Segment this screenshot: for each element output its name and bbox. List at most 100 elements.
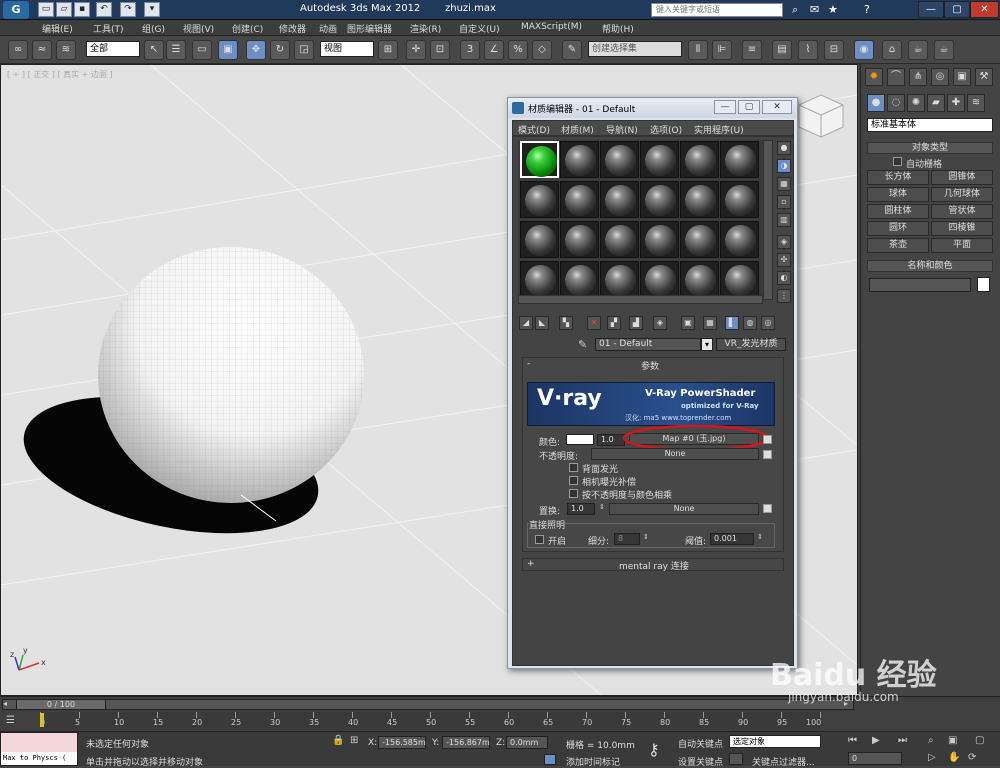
close-button[interactable]: ✕ xyxy=(970,1,999,18)
cylinder-button[interactable]: 圆柱体 xyxy=(867,204,929,219)
menu-rendering[interactable]: 渲染(R) xyxy=(410,22,441,35)
x-coord-field[interactable]: -156.585m xyxy=(378,736,426,749)
bind-space-warp-icon[interactable]: ≋ xyxy=(56,40,76,60)
tube-button[interactable]: 管状体 xyxy=(931,204,993,219)
object-name-field[interactable] xyxy=(869,278,971,292)
mirror-icon[interactable]: ⫴ xyxy=(688,40,708,60)
add-time-tag[interactable]: 添加时间标记 xyxy=(566,755,620,768)
angle-snap-icon[interactable]: ∠ xyxy=(484,40,504,60)
lights-icon[interactable]: ✺ xyxy=(907,94,925,112)
sample-slot[interactable] xyxy=(680,181,719,218)
material-name-field[interactable]: 01 - Default xyxy=(595,338,701,351)
direct-on-checkbox[interactable] xyxy=(535,535,544,544)
project-folder-icon[interactable]: ▾ xyxy=(144,2,160,17)
med-maximize-button[interactable]: ▢ xyxy=(738,100,760,114)
sample-slot[interactable] xyxy=(640,141,679,178)
torus-button[interactable]: 圆环 xyxy=(867,221,929,236)
orbit-icon[interactable]: ⟳ xyxy=(968,752,976,763)
search-icon[interactable]: ⌕ xyxy=(792,3,798,17)
displace-spinner-icon[interactable]: ⇕ xyxy=(599,503,605,511)
time-slider[interactable] xyxy=(2,699,854,710)
zoom-icon[interactable]: ⌕ xyxy=(928,735,934,746)
display-tab-icon[interactable]: ▣ xyxy=(953,68,971,86)
sample-slot[interactable] xyxy=(720,261,759,298)
schematic-view-icon[interactable]: ⊟ xyxy=(824,40,844,60)
sample-slot[interactable] xyxy=(600,141,639,178)
key-icon[interactable]: ⚷ xyxy=(648,740,660,759)
autogrid-checkbox[interactable] xyxy=(893,157,902,166)
graphite-tools-icon[interactable]: ▤ xyxy=(772,40,792,60)
edit-named-sel-icon[interactable]: ✎ xyxy=(562,40,582,60)
subdivs-field[interactable]: 8 xyxy=(614,533,640,545)
material-id-icon[interactable]: ▣ xyxy=(681,316,695,330)
select-move-icon[interactable]: ✥ xyxy=(246,40,266,60)
zoom-extents-icon[interactable]: ▣ xyxy=(948,735,957,746)
med-close-button[interactable]: ✕ xyxy=(762,100,792,114)
render-production-icon[interactable]: ☕ xyxy=(934,40,954,60)
menu-tools[interactable]: 工具(T) xyxy=(93,22,124,35)
selected-object-dropdown[interactable]: 选定对象 xyxy=(729,735,821,748)
color-map-checkbox[interactable] xyxy=(763,435,772,444)
viewcube-icon[interactable] xyxy=(798,94,844,138)
app-logo-icon[interactable]: G xyxy=(3,1,29,19)
show-end-result-icon[interactable]: ▌ xyxy=(725,316,739,330)
sample-slot[interactable] xyxy=(560,261,599,298)
sample-slot[interactable] xyxy=(520,181,559,218)
med-menu-navigation[interactable]: 导航(N) xyxy=(606,123,638,136)
geosphere-button[interactable]: 几何球体 xyxy=(931,187,993,202)
get-material-icon[interactable]: ◢ xyxy=(519,316,533,330)
sample-slot[interactable] xyxy=(520,221,559,258)
named-selection-dropdown[interactable]: 创建选择集 xyxy=(588,41,682,57)
med-menu-utilities[interactable]: 实用程序(U) xyxy=(694,123,744,136)
menu-modifiers[interactable]: 修改器 xyxy=(279,22,306,35)
spinner-snap-icon[interactable]: ◇ xyxy=(532,40,552,60)
select-rotate-icon[interactable]: ↻ xyxy=(270,40,290,60)
make-preview-icon[interactable]: ◈ xyxy=(777,235,791,249)
sample-slot[interactable] xyxy=(680,261,719,298)
sample-slot[interactable] xyxy=(720,141,759,178)
make-unique-icon[interactable]: ▟ xyxy=(629,316,643,330)
options-icon[interactable]: ✣ xyxy=(777,253,791,267)
pivot-center-icon[interactable]: ⊞ xyxy=(378,40,398,60)
displace-field[interactable]: 1.0 xyxy=(567,503,595,515)
mental-ray-label[interactable]: mental ray 连接 xyxy=(619,559,689,572)
align-icon[interactable]: ⊫ xyxy=(712,40,732,60)
subdivs-spinner-icon[interactable]: ⇕ xyxy=(643,533,649,541)
assign-to-selection-icon[interactable]: ▚ xyxy=(559,316,573,330)
time-tag-icon[interactable] xyxy=(544,754,556,765)
sample-slot[interactable] xyxy=(640,261,679,298)
plane-button[interactable]: 平面 xyxy=(931,238,993,253)
selection-filter-dropdown[interactable]: 全部 xyxy=(86,41,140,57)
utilities-tab-icon[interactable]: ⚒ xyxy=(975,68,993,86)
snaps-toggle-icon[interactable]: 3 xyxy=(460,40,480,60)
uv-tiling-icon[interactable]: ▫ xyxy=(777,195,791,209)
put-to-scene-icon[interactable]: ◣ xyxy=(535,316,549,330)
displace-map-button[interactable]: None xyxy=(609,503,759,515)
window-crossing-icon[interactable]: ▣ xyxy=(218,40,238,60)
menu-group[interactable]: 组(G) xyxy=(142,22,165,35)
maximize-button[interactable]: ▢ xyxy=(944,1,970,18)
curve-editor-icon[interactable]: ⌇ xyxy=(798,40,818,60)
reset-map-icon[interactable]: ✕ xyxy=(587,316,601,330)
exposure-checkbox[interactable] xyxy=(569,476,578,485)
sample-slot[interactable] xyxy=(600,261,639,298)
opacity-map-button[interactable]: None xyxy=(591,448,759,460)
rect-selection-icon[interactable]: ▭ xyxy=(192,40,212,60)
geometry-icon[interactable]: ● xyxy=(867,94,885,112)
rendered-frame-icon[interactable]: ☕ xyxy=(908,40,928,60)
percent-snap-icon[interactable]: % xyxy=(508,40,528,60)
hierarchy-tab-icon[interactable]: ⋔ xyxy=(909,68,927,86)
shapes-icon[interactable]: ◌ xyxy=(887,94,905,112)
unlink-icon[interactable]: ≈ xyxy=(32,40,52,60)
teapot-button[interactable]: 茶壶 xyxy=(867,238,929,253)
pan-icon[interactable]: ✋ xyxy=(948,752,960,763)
goto-start-icon[interactable]: ⏮ xyxy=(848,735,857,746)
opacity-map-checkbox[interactable] xyxy=(763,450,772,459)
sample-slot[interactable] xyxy=(600,181,639,218)
multiply-checkbox[interactable] xyxy=(569,489,578,498)
z-coord-field[interactable]: 0.0mm xyxy=(506,736,548,749)
undo-icon[interactable]: ↶ xyxy=(96,2,112,17)
color-swatch[interactable] xyxy=(566,434,594,445)
material-name-dropdown-icon[interactable]: ▾ xyxy=(701,338,713,351)
name-color-rollout[interactable]: 名称和颜色 xyxy=(867,260,993,272)
